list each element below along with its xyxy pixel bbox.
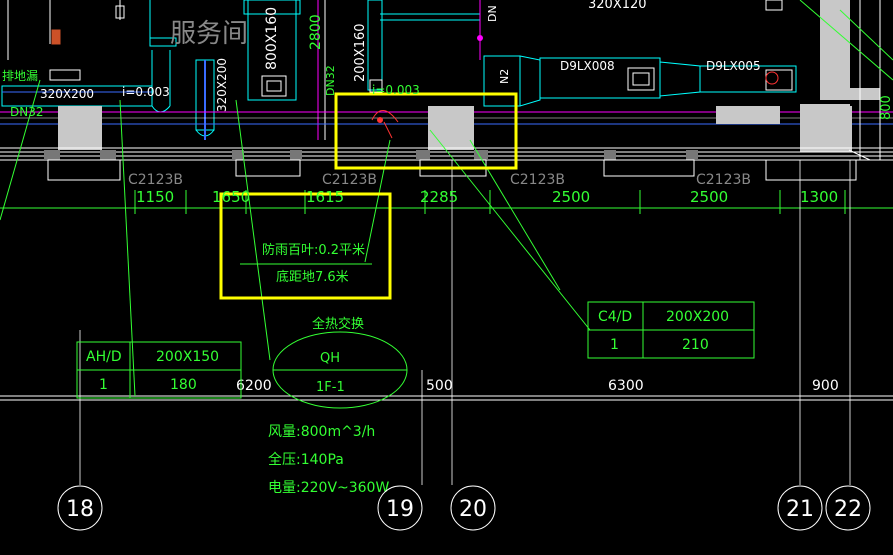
table-ah-header-size: 200X150: [156, 349, 219, 365]
dn32-left-label: DN32: [10, 105, 44, 119]
duct-320x120-top: 320X120: [588, 0, 647, 12]
dim-6300: 6300: [608, 378, 644, 394]
dim-2500-b: 2500: [690, 188, 728, 206]
dim-2500-a: 2500: [552, 188, 590, 206]
axis-label-18: 18: [66, 497, 94, 522]
spec-power: 电量:220V~360W: [268, 480, 389, 496]
table-c4-qty: 1: [610, 337, 619, 353]
louver-area-note: 防雨百叶:0.2平米: [262, 242, 365, 258]
drain-left-label: 排地漏: [2, 69, 38, 83]
duct-right2-label: D9LX005: [706, 59, 761, 73]
equipment-code: QH: [320, 351, 340, 366]
table-c4-header-size: 200X200: [666, 309, 729, 325]
louver-height-note: 底距地7.6米: [276, 269, 349, 285]
dim-2800-label: 2800: [308, 14, 324, 50]
spec-pressure: 全压:140Pa: [268, 451, 344, 468]
dim-1615: 1615: [306, 188, 344, 206]
spec-airflow: 风量:800m^3/h: [268, 424, 375, 440]
axis-label-21: 21: [786, 497, 814, 522]
dim-900: 900: [812, 378, 839, 394]
table-ah-header-code: AH/D: [86, 349, 122, 365]
axis-label-19: 19: [386, 497, 414, 522]
table-ah-value: 180: [170, 377, 197, 393]
dim-2285: 2285: [420, 188, 458, 206]
cad-drawing: 服务间 800X160 2800 DN32 200X160 i=0.003 32…: [0, 0, 893, 555]
dn-right-top-label: DN: [486, 5, 499, 22]
axis-label-20: 20: [459, 497, 487, 522]
dn32-mid-label: DN32: [324, 65, 337, 96]
i-value-left: i=0.003: [122, 85, 170, 99]
n2-label: N2: [498, 69, 511, 84]
duct-320x200-vert: 320X200: [215, 58, 229, 112]
window-label-3: C2123B: [510, 172, 565, 188]
axis-label-22: 22: [834, 497, 862, 522]
dim-1650: 1650: [212, 188, 250, 206]
duct-320x200-left: 320X200: [40, 87, 94, 101]
dim-500: 500: [426, 378, 453, 394]
dim-800-right: 800: [879, 95, 893, 120]
equipment-floor: 1F-1: [316, 380, 345, 395]
room-name-label: 服务间: [170, 19, 248, 49]
dim-1300: 1300: [800, 188, 838, 206]
dim-1150: 1150: [136, 188, 174, 206]
table-ah-qty: 1: [99, 377, 108, 393]
duct-right1-label: D9LX008: [560, 59, 615, 73]
duct-200x160-label: 200X160: [353, 23, 368, 82]
window-label-2: C2123B: [322, 172, 377, 188]
equipment-title: 全热交换: [312, 316, 364, 332]
duct-800x160-label: 800X160: [264, 7, 280, 70]
table-c4-header-code: C4/D: [598, 309, 632, 325]
table-c4-value: 210: [682, 337, 709, 353]
i-value-label: i=0.003: [372, 83, 420, 97]
window-label-4: C2123B: [696, 172, 751, 188]
window-label-1: C2123B: [128, 172, 183, 188]
